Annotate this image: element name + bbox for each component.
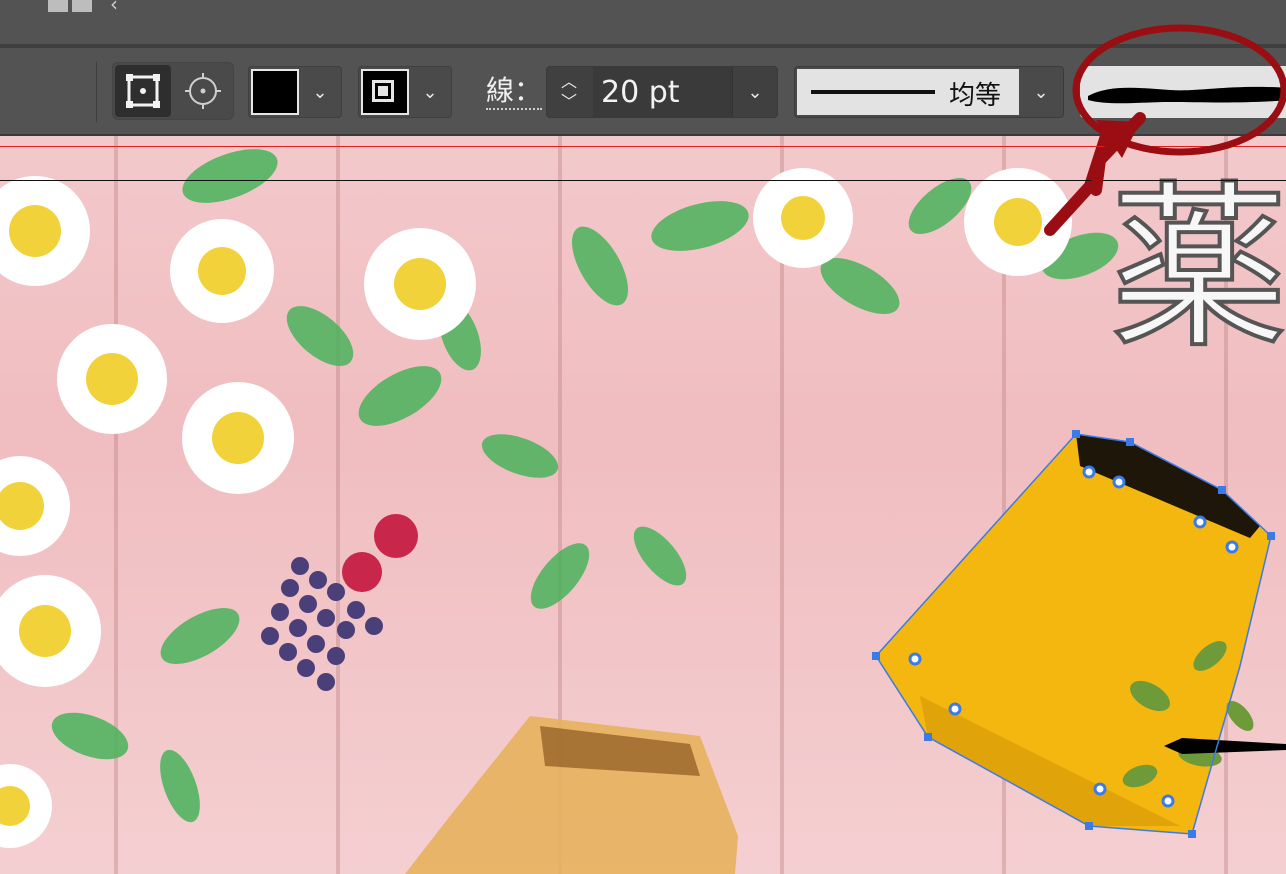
brush-stroke-preview: [1088, 86, 1286, 104]
reference-point-button[interactable]: [175, 65, 231, 117]
chevron-down-icon[interactable]: ⌄: [299, 67, 341, 117]
chevron-left-icon[interactable]: ‹: [110, 0, 118, 16]
stroke-stepper[interactable]: ︿ ﹀: [547, 67, 591, 117]
top-strip: ‹: [0, 0, 1286, 44]
stroke-swatch[interactable]: [361, 69, 409, 115]
artboard-edge: [0, 180, 1286, 181]
transform-icon: [126, 74, 160, 108]
stroke-label[interactable]: 線：: [486, 74, 543, 110]
guide-line: [0, 146, 1286, 147]
title-kanji: 薬: [1108, 165, 1286, 372]
chevron-up-icon[interactable]: ︿: [561, 72, 577, 92]
chevron-down-icon[interactable]: ⌄: [732, 67, 777, 117]
brush-definition-dropdown[interactable]: [1080, 66, 1286, 118]
chevron-down-icon[interactable]: ﹀: [561, 92, 577, 112]
workspace-icon[interactable]: [48, 0, 92, 12]
variable-width-profile: 均等 ⌄: [794, 66, 1064, 118]
crosshair-icon: [185, 73, 221, 109]
transform-button[interactable]: [115, 65, 171, 117]
artwork: [0, 136, 1286, 874]
transform-group: [112, 62, 234, 120]
chevron-down-icon[interactable]: ⌄: [409, 67, 451, 117]
uniform-line-preview: [811, 90, 935, 94]
profile-label: 均等: [949, 81, 1002, 111]
profile-dropdown[interactable]: 均等: [797, 69, 1019, 115]
stroke-weight-group: ︿ ﹀ ⌄: [546, 66, 778, 118]
artboard-canvas[interactable]: 薬: [0, 136, 1286, 874]
fill-swatch-group: ⌄: [248, 66, 342, 118]
stroke-swatch-group: ⌄: [358, 66, 452, 118]
chevron-down-icon[interactable]: ⌄: [1019, 67, 1063, 117]
fill-swatch[interactable]: [251, 69, 299, 115]
separator: [96, 62, 97, 122]
stroke-weight-input[interactable]: [593, 67, 733, 117]
